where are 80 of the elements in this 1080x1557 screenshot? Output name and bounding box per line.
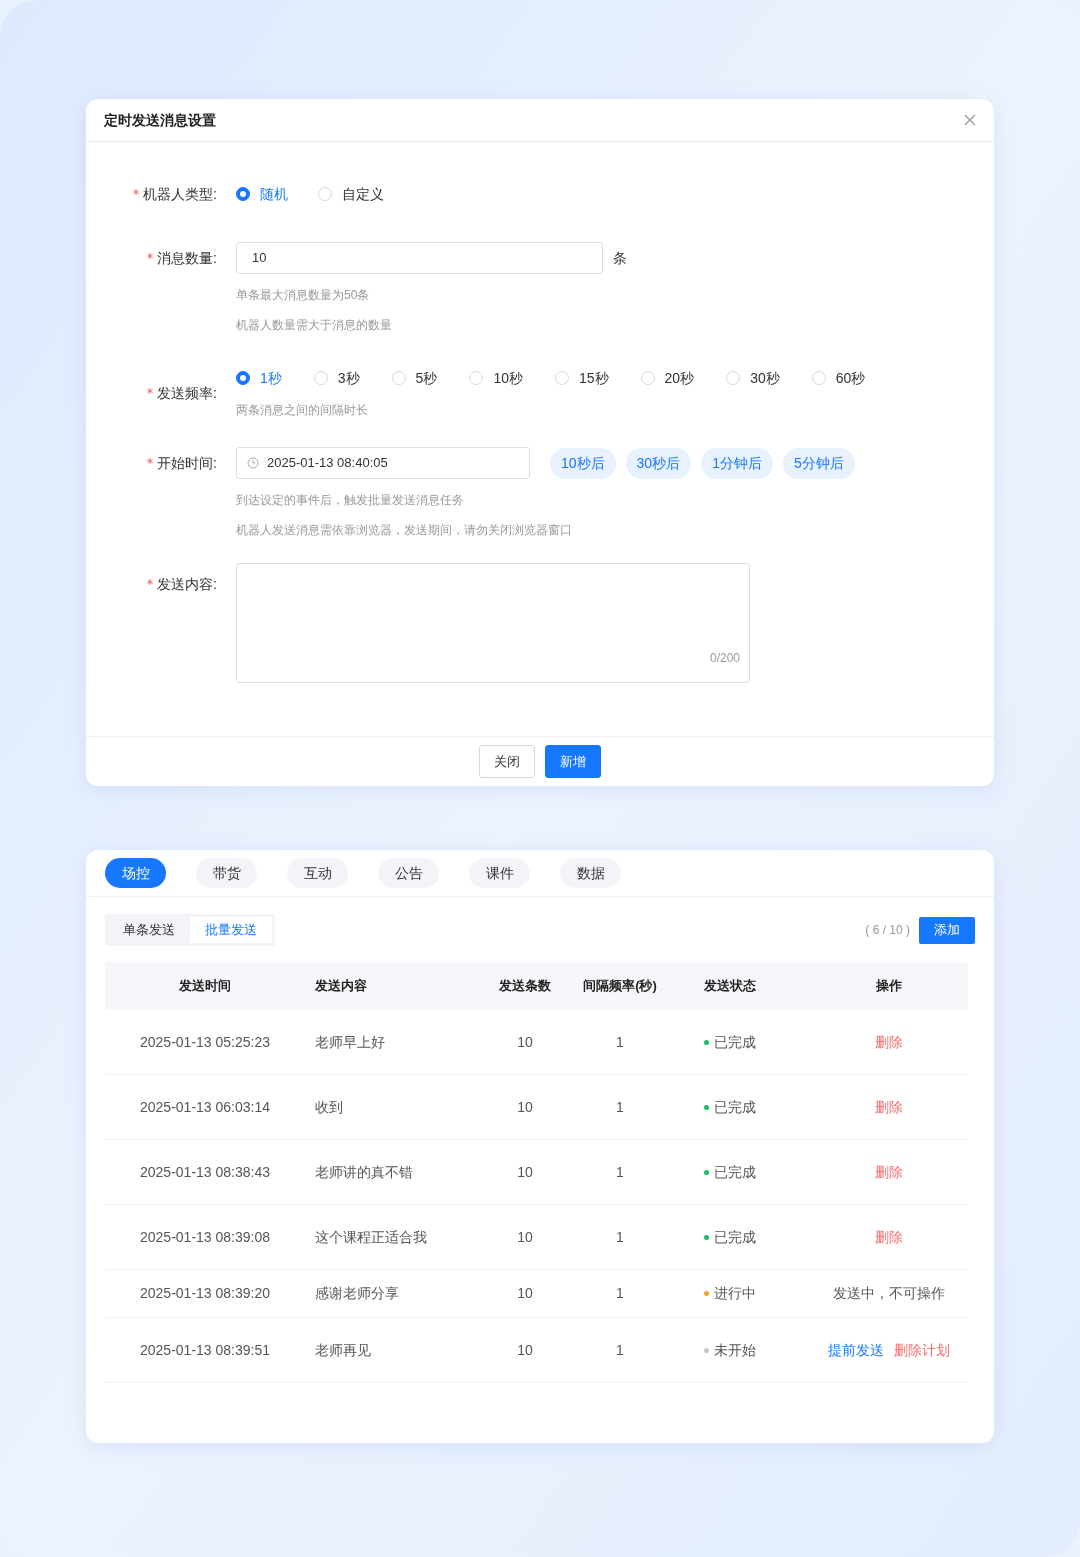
count-text: ( 6 / 10 ) bbox=[865, 922, 910, 939]
table-cell: 这个课程正适合我 bbox=[315, 1228, 427, 1245]
column-header: 间隔频率(秒) bbox=[583, 978, 657, 994]
quick-time-button[interactable]: 1分钟后 bbox=[701, 447, 773, 479]
table-cell: 2025-01-13 08:38:43 bbox=[140, 1163, 270, 1180]
table-cell: 1 bbox=[616, 1228, 624, 1245]
field-label: 开始时间: bbox=[157, 454, 217, 473]
status-text: 已完成 bbox=[714, 1162, 756, 1182]
hint-text: 机器人发送消息需依靠浏览器，发送期间，请勿关闭浏览器窗口 bbox=[236, 522, 572, 539]
unit-text: 条 bbox=[613, 248, 627, 268]
table-cell: 2025-01-13 05:25:23 bbox=[140, 1033, 270, 1050]
table-cell: 收到 bbox=[315, 1098, 343, 1115]
add-button[interactable]: 新增 bbox=[545, 745, 601, 778]
status-text: 未开始 bbox=[714, 1340, 756, 1360]
tab[interactable]: 数据 bbox=[560, 858, 621, 888]
add-button[interactable]: 添加 bbox=[919, 916, 975, 944]
field-label: 机器人类型: bbox=[143, 185, 217, 204]
radio-option[interactable]: 20秒 bbox=[640, 367, 695, 389]
status-text: 进行中 bbox=[714, 1284, 756, 1303]
radio-option[interactable]: 60秒 bbox=[811, 367, 866, 389]
tab[interactable]: 互动 bbox=[287, 858, 348, 888]
tab[interactable]: 课件 bbox=[469, 858, 530, 888]
column-header: 发送条数 bbox=[499, 978, 551, 994]
table-cell: 10 bbox=[517, 1341, 533, 1358]
table-cell: 2025-01-13 06:03:14 bbox=[140, 1098, 270, 1115]
action-text: 发送中，不可操作 bbox=[833, 1284, 945, 1303]
status-text: 已完成 bbox=[714, 1032, 756, 1052]
table-cell: 1 bbox=[616, 1163, 624, 1180]
dialog-title: 定时发送消息设置 bbox=[104, 110, 216, 130]
table-cell: 2025-01-13 08:39:20 bbox=[140, 1285, 270, 1301]
table-cell: 10 bbox=[517, 1228, 533, 1245]
table-cell: 1 bbox=[616, 1285, 624, 1301]
hint-text: 单条最大消息数量为50条 bbox=[236, 287, 370, 304]
table-cell: 老师再见 bbox=[315, 1341, 371, 1358]
hint-text: 机器人数量需大于消息的数量 bbox=[236, 317, 392, 334]
quick-time-button[interactable]: 5分钟后 bbox=[782, 447, 855, 479]
count-input[interactable]: 10 bbox=[236, 242, 603, 274]
table-cell: 2025-01-13 08:39:51 bbox=[140, 1341, 270, 1358]
quick-time-button[interactable]: 10秒后 bbox=[550, 447, 616, 479]
table-cell: 10 bbox=[517, 1033, 533, 1050]
status-text: 已完成 bbox=[714, 1227, 756, 1247]
column-header: 发送内容 bbox=[315, 978, 367, 994]
field-label: 发送频率: bbox=[157, 384, 217, 403]
action-link[interactable]: 提前发送 bbox=[828, 1339, 884, 1361]
field-label: 发送内容: bbox=[157, 575, 217, 594]
radio-option[interactable]: 30秒 bbox=[726, 367, 780, 389]
segment-tab[interactable]: 批量发送 bbox=[190, 917, 272, 943]
table-cell: 10 bbox=[517, 1098, 533, 1115]
radio-option[interactable]: 随机 bbox=[236, 183, 288, 205]
close-button[interactable]: 关闭 bbox=[479, 745, 535, 778]
column-header: 发送时间 bbox=[179, 978, 231, 994]
table-cell: 10 bbox=[517, 1163, 533, 1180]
table-cell: 1 bbox=[616, 1341, 624, 1358]
segment-tab[interactable]: 单条发送 bbox=[108, 917, 190, 943]
tab[interactable]: 带货 bbox=[196, 858, 257, 888]
table-cell: 10 bbox=[517, 1285, 533, 1301]
tab[interactable]: 场控 bbox=[105, 858, 166, 888]
hint-text: 两条消息之间的间隔时长 bbox=[236, 402, 368, 419]
table-cell: 感谢老师分享 bbox=[315, 1285, 399, 1301]
table-cell: 老师早上好 bbox=[315, 1033, 385, 1050]
radio-option[interactable]: 15秒 bbox=[554, 367, 609, 389]
datetime-input[interactable]: 2025-01-13 08:40:05 bbox=[236, 447, 530, 479]
close-icon[interactable] bbox=[964, 114, 976, 126]
radio-option[interactable]: 3秒 bbox=[313, 367, 360, 389]
table-cell: 老师讲的真不错 bbox=[315, 1163, 413, 1180]
radio-option[interactable]: 5秒 bbox=[391, 367, 438, 389]
quick-time-button[interactable]: 30秒后 bbox=[625, 447, 692, 479]
table-cell: 1 bbox=[616, 1098, 624, 1115]
radio-option[interactable]: 10秒 bbox=[469, 367, 523, 389]
table-cell: 1 bbox=[616, 1033, 624, 1050]
radio-option[interactable]: 1秒 bbox=[236, 367, 282, 389]
field-label: 消息数量: bbox=[157, 249, 217, 268]
hint-text: 到达设定的事件后，触发批量发送消息任务 bbox=[236, 492, 464, 509]
status-text: 已完成 bbox=[714, 1097, 756, 1117]
tab[interactable]: 公告 bbox=[378, 858, 439, 888]
clock-icon bbox=[247, 457, 259, 469]
table-cell: 2025-01-13 08:39:08 bbox=[140, 1228, 270, 1245]
column-header: 操作 bbox=[876, 978, 902, 994]
radio-option[interactable]: 自定义 bbox=[318, 183, 384, 205]
column-header: 发送状态 bbox=[704, 978, 756, 994]
